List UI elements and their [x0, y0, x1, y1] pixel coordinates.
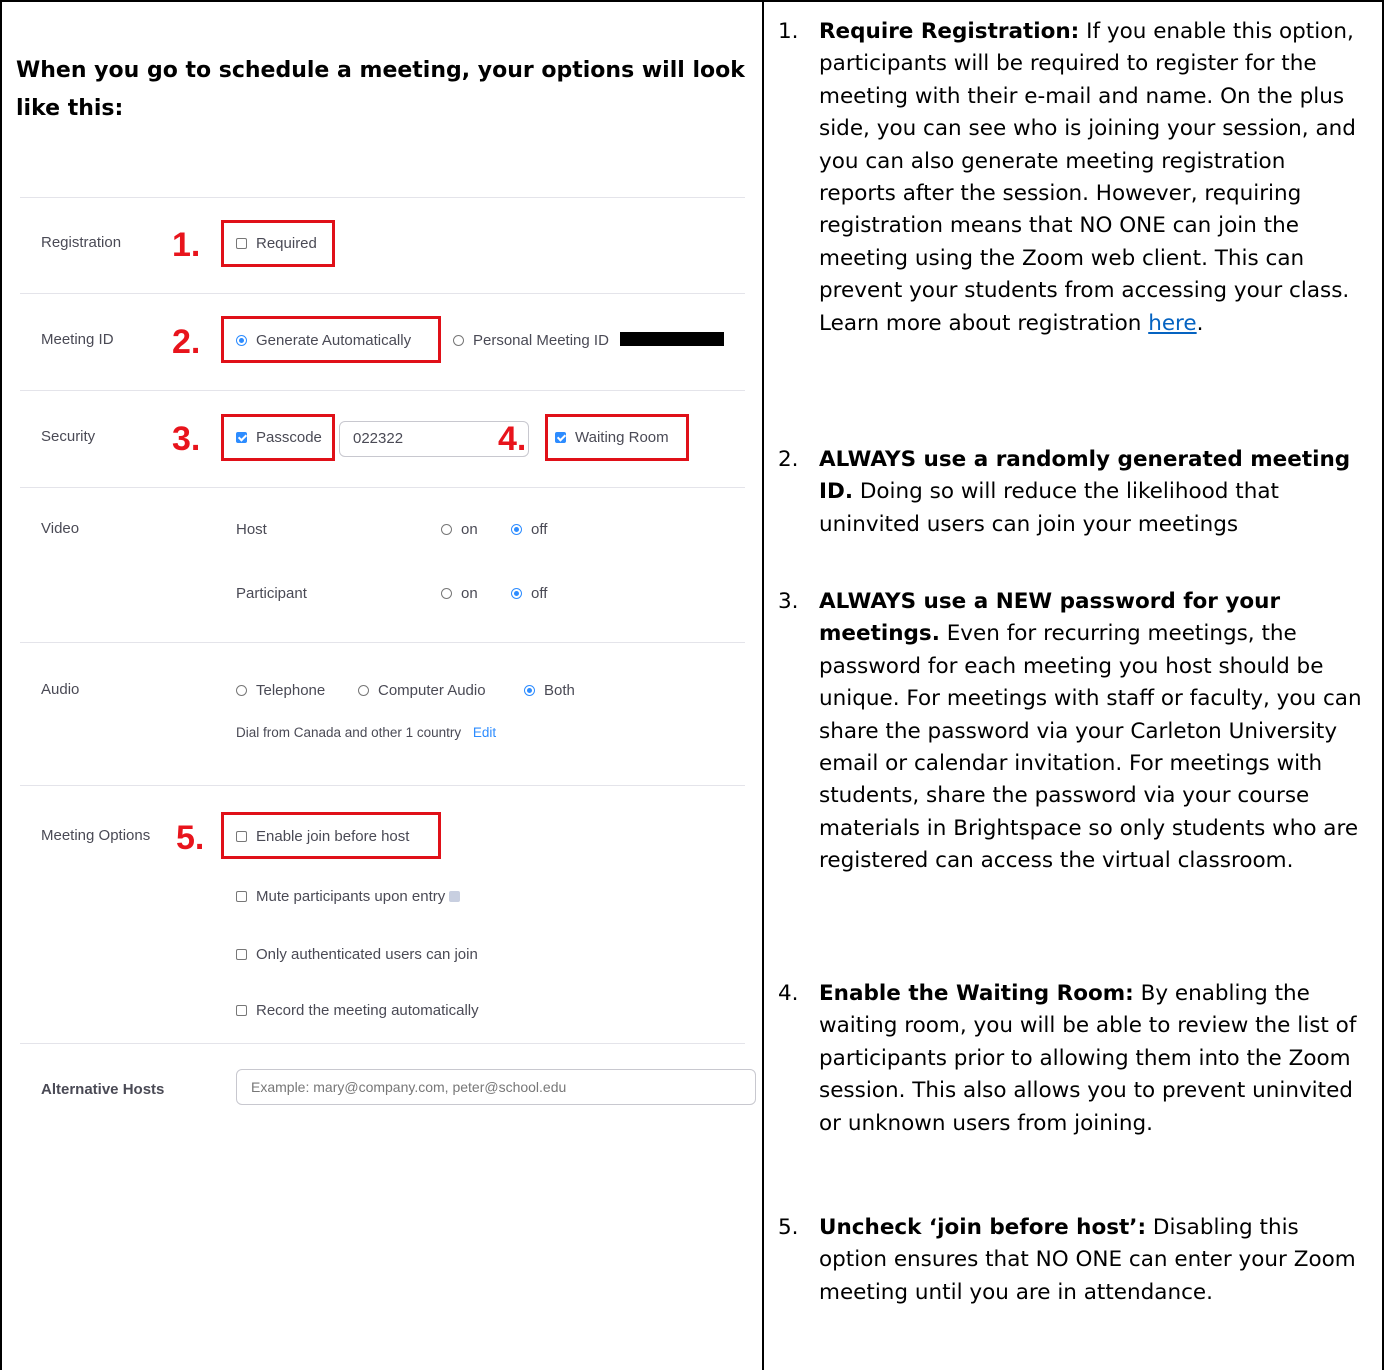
meeting-options-label: Meeting Options [41, 827, 151, 844]
meeting-id-label: Meeting ID [41, 331, 114, 348]
record-automatically-checkbox[interactable]: Record the meeting automatically [236, 1002, 479, 1019]
radio-icon [441, 524, 452, 535]
document-frame: When you go to schedule a meeting, your … [0, 0, 1384, 1370]
security-label: Security [41, 428, 96, 445]
video-participant-label: Participant [236, 585, 307, 602]
tip-body: ALWAYS use a NEW password for your meeti… [819, 586, 1367, 878]
participant-video-off-radio[interactable]: off [511, 585, 547, 602]
radio-icon [511, 588, 522, 599]
tip-number: 2. [778, 447, 799, 472]
callout-4: 4. [498, 420, 527, 458]
mute-on-entry-checkbox[interactable]: Mute participants upon entry [236, 888, 461, 905]
tip-text: Even for recurring meetings, the passwor… [819, 621, 1362, 874]
generate-automatically-radio[interactable]: Generate Automatically [236, 332, 411, 349]
tip-number: 1. [778, 19, 799, 44]
passcode-checkbox[interactable]: Passcode [236, 429, 322, 446]
row-divider [20, 487, 745, 488]
audio-computer-radio[interactable]: Computer Audio [358, 682, 486, 699]
radio-label: off [531, 585, 548, 602]
tip-body: Require Registration: If you enable this… [819, 16, 1367, 340]
callout-1: 1. [172, 226, 201, 264]
host-video-off-radio[interactable]: off [511, 521, 547, 538]
tip-title: Require Registration: [819, 19, 1080, 44]
intro-text: When you go to schedule a meeting, your … [16, 58, 745, 121]
radio-label: off [531, 521, 548, 538]
tip-number: 5. [778, 1215, 799, 1240]
checkbox-icon [236, 949, 247, 960]
tip-body: Enable the Waiting Room: By enabling the… [819, 978, 1367, 1140]
info-icon [449, 891, 461, 902]
alternative-hosts-label: Alternative Hosts [41, 1081, 165, 1098]
participant-video-on-radio[interactable]: on [441, 585, 478, 602]
radio-icon [236, 685, 247, 696]
callout-5: 5. [176, 819, 205, 857]
tip-title: Enable the Waiting Room: [819, 981, 1134, 1006]
video-host-label: Host [236, 521, 267, 538]
radio-icon [236, 335, 247, 346]
radio-icon [358, 685, 369, 696]
radio-label: Both [544, 682, 575, 699]
row-divider [20, 390, 745, 391]
alternative-hosts-input[interactable]: Example: mary@company.com, peter@school.… [236, 1069, 756, 1105]
row-divider [20, 1043, 745, 1044]
row-divider [20, 642, 745, 643]
checkbox-icon [236, 831, 247, 842]
column-divider [762, 0, 764, 1370]
checkbox-icon [236, 1005, 247, 1016]
checkbox-label: Enable join before host [256, 828, 410, 845]
row-divider [20, 197, 745, 198]
dial-in-countries: Dial from Canada and other 1 country [236, 725, 462, 740]
checkbox-label: Passcode [256, 429, 322, 446]
radio-label: Telephone [256, 682, 326, 699]
redacted-id-bar [620, 332, 724, 346]
callout-2: 2. [172, 323, 201, 361]
radio-label: Personal Meeting ID [473, 332, 609, 349]
tip-number: 3. [778, 589, 799, 614]
tip-number: 4. [778, 981, 799, 1006]
radio-label: on [461, 521, 478, 538]
radio-icon [453, 335, 464, 346]
tip-body: Uncheck ‘join before host’: Disabling th… [819, 1212, 1367, 1309]
checkbox-label: Waiting Room [575, 429, 669, 446]
radio-label: Computer Audio [378, 682, 486, 699]
personal-meeting-id-radio[interactable]: Personal Meeting ID [453, 332, 609, 349]
join-before-host-checkbox[interactable]: Enable join before host [236, 828, 409, 845]
row-divider [20, 293, 745, 294]
row-divider [20, 785, 745, 786]
checkbox-checked-icon [555, 432, 566, 443]
checkbox-label: Only authenticated users can join [256, 946, 478, 963]
registration-required-checkbox[interactable]: Required [236, 235, 317, 252]
video-label: Video [41, 520, 80, 537]
callout-3: 3. [172, 420, 201, 458]
zoom-settings-panel: Registration 1. Required Meeting ID 2. G… [0, 197, 745, 1019]
registration-label: Registration [41, 234, 122, 251]
radio-icon [524, 685, 535, 696]
checkbox-label: Mute participants upon entry [256, 888, 446, 905]
radio-icon [511, 524, 522, 535]
audio-both-radio[interactable]: Both [524, 682, 575, 699]
host-video-on-radio[interactable]: on [441, 521, 478, 538]
checkbox-icon [236, 238, 247, 249]
border-top [0, 0, 1384, 2]
dial-in-text: Dial from Canada and other 1 country Edi… [236, 725, 496, 740]
radio-label: on [461, 585, 478, 602]
checkbox-label: Record the meeting automatically [256, 1002, 479, 1019]
radio-label: Generate Automatically [256, 332, 412, 349]
edit-dial-in-link[interactable]: Edit [473, 725, 496, 740]
checkbox-label: Required [256, 235, 317, 252]
tip-text: Doing so will reduce the likelihood that… [819, 479, 1279, 537]
authenticated-users-checkbox[interactable]: Only authenticated users can join [236, 946, 478, 963]
registration-help-link[interactable]: here [1148, 311, 1196, 336]
checkbox-icon [236, 891, 247, 902]
tip-text: If you enable this option, participants … [819, 19, 1356, 336]
checkbox-checked-icon [236, 432, 247, 443]
radio-icon [441, 588, 452, 599]
tip-title: Uncheck ‘join before host’: [819, 1215, 1147, 1240]
waiting-room-checkbox[interactable]: Waiting Room [555, 429, 669, 446]
audio-label: Audio [41, 681, 80, 698]
tip-body: ALWAYS use a randomly generated meeting … [819, 444, 1367, 541]
audio-telephone-radio[interactable]: Telephone [236, 682, 325, 699]
tip-text-end: . [1196, 310, 1204, 336]
